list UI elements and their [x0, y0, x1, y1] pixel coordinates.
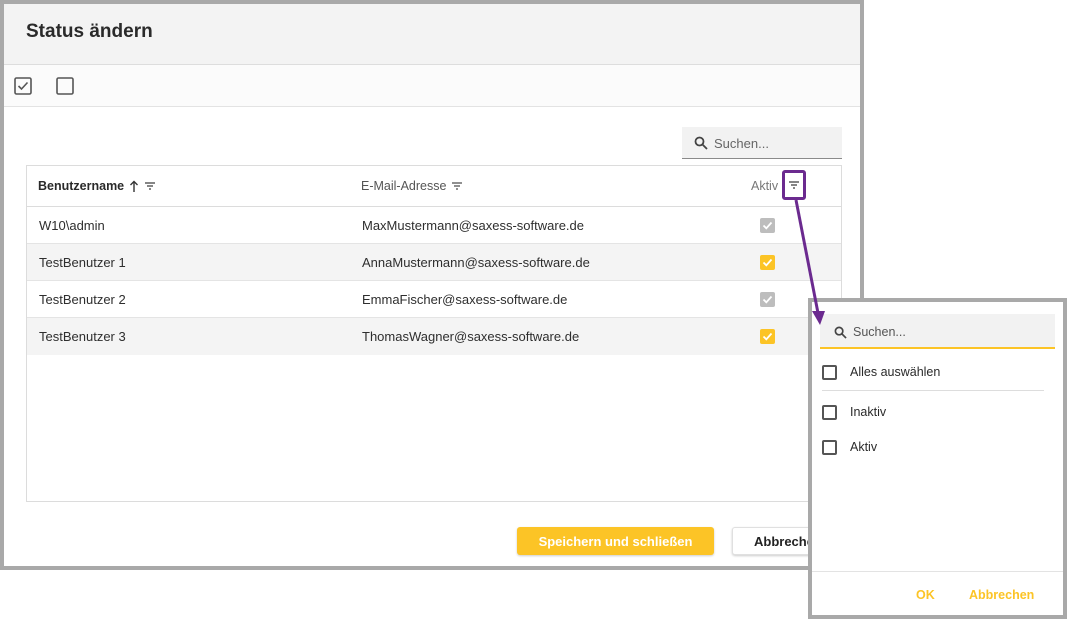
- cell-email: ThomasWagner@saxess-software.de: [362, 329, 580, 344]
- column-header-email[interactable]: E-Mail-Adresse: [361, 179, 463, 193]
- grid-header: Benutzername E-Mail-Adresse Aktiv: [27, 166, 841, 207]
- table-search[interactable]: [682, 127, 842, 159]
- filter-icon[interactable]: [451, 180, 463, 192]
- filter-popup: Alles auswählen Inaktiv Aktiv OK Abbrech…: [808, 298, 1067, 619]
- filter-cancel-button[interactable]: Abbrechen: [969, 588, 1034, 602]
- save-and-close-button[interactable]: Speichern und schließen: [517, 527, 714, 555]
- cell-email: AnnaMustermann@saxess-software.de: [362, 255, 590, 270]
- search-icon: [694, 136, 708, 150]
- cell-username: TestBenutzer 2: [39, 292, 126, 307]
- column-label-email: E-Mail-Adresse: [361, 179, 447, 193]
- filter-search[interactable]: [820, 314, 1055, 349]
- column-header-username[interactable]: Benutzername: [38, 179, 156, 193]
- checkbox[interactable]: [822, 364, 837, 380]
- checkbox[interactable]: [822, 439, 837, 455]
- cell-email: EmmaFischer@saxess-software.de: [362, 292, 568, 307]
- column-label-active: Aktiv: [751, 179, 779, 193]
- table-row[interactable]: W10\admin MaxMustermann@saxess-software.…: [27, 207, 841, 244]
- dialog-header: Status ändern: [4, 4, 860, 65]
- popup-footer-divider: [812, 571, 1063, 572]
- users-grid: Benutzername E-Mail-Adresse Aktiv W10\ad…: [26, 165, 842, 502]
- check-all-icon[interactable]: [14, 77, 32, 95]
- active-checkbox[interactable]: [760, 255, 775, 270]
- active-checkbox[interactable]: [760, 292, 775, 307]
- cell-username: TestBenutzer 1: [39, 255, 126, 270]
- uncheck-all-icon[interactable]: [56, 77, 74, 95]
- column-label-username: Benutzername: [38, 179, 125, 193]
- dialog-title: Status ändern: [26, 21, 153, 42]
- search-input[interactable]: [714, 132, 836, 154]
- filter-search-input[interactable]: [853, 321, 1048, 343]
- cell-username: W10\admin: [39, 218, 105, 233]
- cell-email: MaxMustermann@saxess-software.de: [362, 218, 584, 233]
- filter-icon: [789, 181, 799, 189]
- filter-option-label: Alles auswählen: [850, 365, 941, 379]
- filter-option-label: Aktiv: [850, 440, 878, 454]
- filter-ok-button[interactable]: OK: [916, 588, 935, 602]
- filter-icon[interactable]: [144, 180, 156, 192]
- filter-option-active[interactable]: Aktiv: [822, 437, 877, 457]
- active-checkbox[interactable]: [760, 218, 775, 233]
- sort-ascending-icon[interactable]: [129, 180, 139, 192]
- divider: [822, 390, 1044, 391]
- filter-option-inactive[interactable]: Inaktiv: [822, 402, 886, 422]
- search-icon: [834, 326, 847, 339]
- cell-username: TestBenutzer 3: [39, 329, 126, 344]
- status-dialog: Status ändern Benutzername: [0, 0, 864, 570]
- table-row[interactable]: TestBenutzer 3 ThomasWagner@saxess-softw…: [27, 318, 841, 355]
- table-row[interactable]: TestBenutzer 1 AnnaMustermann@saxess-sof…: [27, 244, 841, 281]
- table-row[interactable]: TestBenutzer 2 EmmaFischer@saxess-softwa…: [27, 281, 841, 318]
- filter-option-label: Inaktiv: [850, 405, 887, 419]
- filter-select-all[interactable]: Alles auswählen: [822, 362, 940, 382]
- active-checkbox[interactable]: [760, 329, 775, 344]
- checkbox[interactable]: [822, 404, 837, 420]
- column-header-active[interactable]: Aktiv: [751, 179, 778, 193]
- active-filter-button[interactable]: [782, 170, 806, 200]
- dialog-toolbar: [4, 65, 860, 107]
